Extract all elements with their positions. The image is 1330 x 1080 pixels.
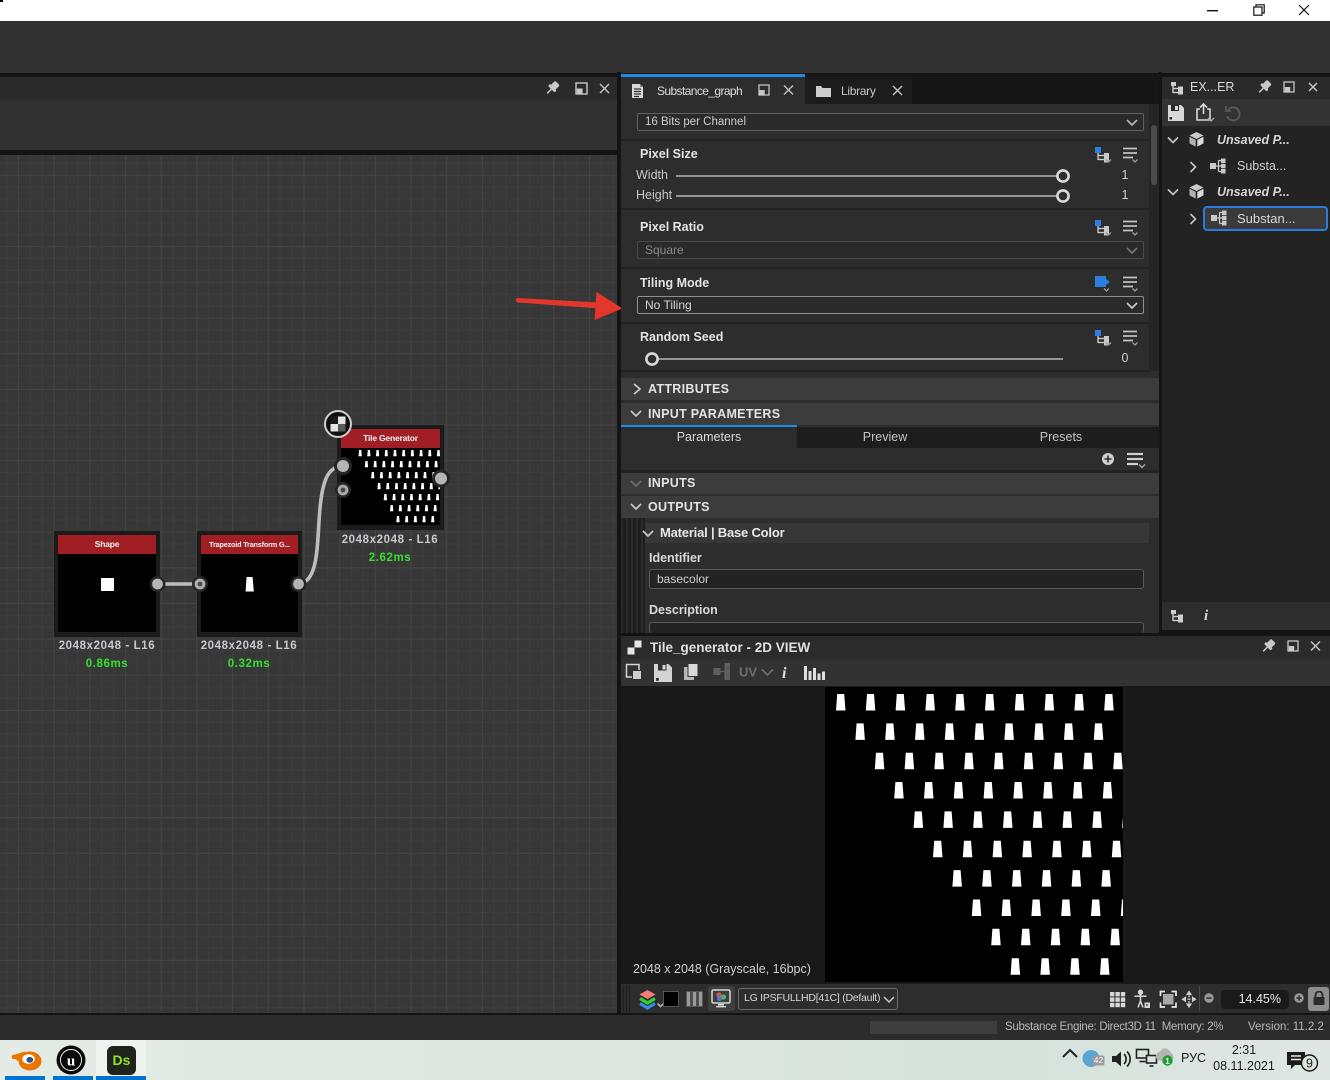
svg-text:42: 42 — [1094, 1055, 1104, 1065]
svg-text:u: u — [67, 1054, 75, 1070]
svg-text:1: 1 — [1165, 1057, 1170, 1066]
svg-text:9: 9 — [1306, 1057, 1313, 1071]
svg-text:UV: UV — [739, 665, 757, 680]
svg-text:i: i — [782, 665, 787, 682]
